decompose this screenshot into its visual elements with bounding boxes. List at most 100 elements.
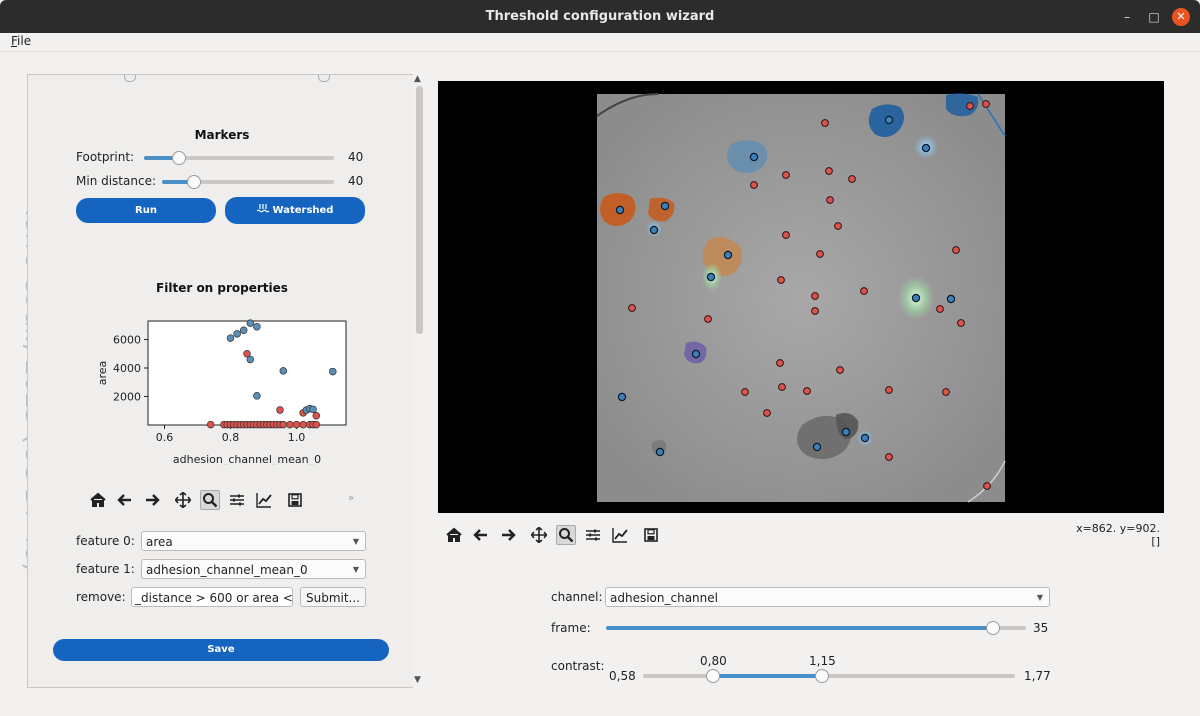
kept-marker [884,115,894,125]
scatter-point [246,355,255,364]
scatter-point [253,392,261,400]
contrast-high-value: 1,15 [809,654,836,668]
min-distance-label: Min distance: [76,174,156,188]
pan-icon[interactable] [173,490,193,510]
kept-marker [706,272,716,282]
kept-marker [660,201,670,211]
contrast-max-value: 1,77 [1024,669,1051,683]
run-button[interactable]: Run [76,198,216,223]
scrollbar-thumb[interactable] [416,86,423,334]
kept-marker [749,152,759,162]
toolbar-overflow[interactable]: » [348,493,354,504]
rejected-marker [952,246,960,254]
scatter-point [292,420,301,429]
kept-marker [649,225,659,235]
edit-axis-icon[interactable] [610,525,630,545]
image-canvas[interactable] [438,81,1164,513]
zoom-icon[interactable] [200,490,220,510]
left-panel[interactable]: Markers Footprint: 40 Min distance: 40 R… [27,74,417,688]
close-button[interactable]: ✕ [1172,8,1190,26]
remove-query-input[interactable]: _distance > 600 or area < 500 [131,587,293,607]
edit-axis-icon[interactable] [254,490,274,510]
filter-scatter-chart[interactable]: 0.6 0.8 1.0 2000 4000 6000 adhesion_channel_m… [80,315,350,465]
min-distance-slider-handle[interactable] [187,175,201,189]
back-icon[interactable] [471,525,491,545]
rejected-marker [885,453,893,461]
scatter-point [246,319,255,327]
rejected-marker [860,287,868,295]
footprint-label: Footprint: [76,150,135,164]
forward-icon[interactable] [142,490,162,510]
maximize-button[interactable]: □ [1145,8,1163,26]
kept-marker [617,392,627,402]
rejected-marker [836,366,844,374]
back-icon[interactable] [115,490,135,510]
kept-marker [921,143,931,153]
save-icon[interactable] [641,525,661,545]
save-button[interactable]: Save [53,639,389,661]
y-tick-label: 4000 [113,362,141,375]
rejected-marker [628,304,636,312]
frame-slider-handle[interactable] [986,621,1000,635]
x-tick-label: 0.6 [156,431,174,444]
submit-button[interactable]: Submit... [300,587,366,607]
frame-label: frame: [551,621,591,635]
frame-value: 35 [1033,621,1049,635]
rejected-marker [763,409,771,417]
pan-icon[interactable] [529,525,549,545]
kept-marker [691,349,701,359]
min-distance-value: 40 [348,174,364,188]
filter-heading: Filter on properties [156,281,288,295]
frame-slider-fill [606,626,992,630]
rejected-marker [782,231,790,239]
scatter-point [312,420,321,429]
menu-file[interactable]: File [11,34,31,48]
rejected-marker [826,196,834,204]
rejected-marker [983,482,991,490]
left-panel-scrollbar[interactable]: ▲ ▼ [413,74,426,688]
feature1-select[interactable]: adhesion_channel_mean_0 ▼ [141,559,366,579]
rejected-marker [885,386,893,394]
clipped-slider-handle [124,75,136,82]
watershed-button[interactable]: Watershed [225,197,365,224]
feature1-label: feature 1: [76,562,135,576]
chevron-down-icon: ▼ [352,537,359,546]
min-distance-slider[interactable] [162,175,334,189]
save-icon[interactable] [285,490,305,510]
scroll-up-icon[interactable]: ▲ [414,74,421,84]
rejected-marker [834,222,842,230]
rejected-marker [848,175,856,183]
minimize-button[interactable]: – [1118,8,1136,26]
scatter-ylabel: area [96,361,109,386]
chevron-down-icon: ▼ [1036,593,1043,602]
scroll-down-icon[interactable]: ▼ [414,675,421,685]
x-tick-label: 1.0 [288,431,306,444]
frame-slider[interactable] [606,621,1026,635]
channel-label: channel: [551,590,603,604]
contrast-low-handle[interactable] [706,669,720,683]
chevron-down-icon: ▼ [352,565,359,574]
configure-icon[interactable] [583,525,603,545]
home-icon[interactable] [444,525,464,545]
configure-icon[interactable] [227,490,247,510]
footprint-slider[interactable] [144,151,334,165]
y-tick-label: 6000 [113,334,141,347]
scatter-point [279,420,288,429]
rejected-marker [957,319,965,327]
channel-select[interactable]: adhesion_channel ▼ [605,587,1050,607]
feature0-select[interactable]: area ▼ [141,531,366,551]
footprint-slider-handle[interactable] [172,151,186,165]
contrast-high-handle[interactable] [815,669,829,683]
clipped-slider-handle [318,75,330,82]
rejected-marker [821,119,829,127]
home-icon[interactable] [88,490,108,510]
contrast-range-slider[interactable] [643,669,1015,683]
watershed-icon [256,204,269,213]
zoom-icon[interactable] [556,525,576,545]
rejected-marker [803,387,811,395]
rejected-marker [776,359,784,367]
microscopy-image[interactable] [438,81,1164,513]
forward-icon[interactable] [498,525,518,545]
scatter-point [233,330,241,338]
rejected-marker [704,315,712,323]
